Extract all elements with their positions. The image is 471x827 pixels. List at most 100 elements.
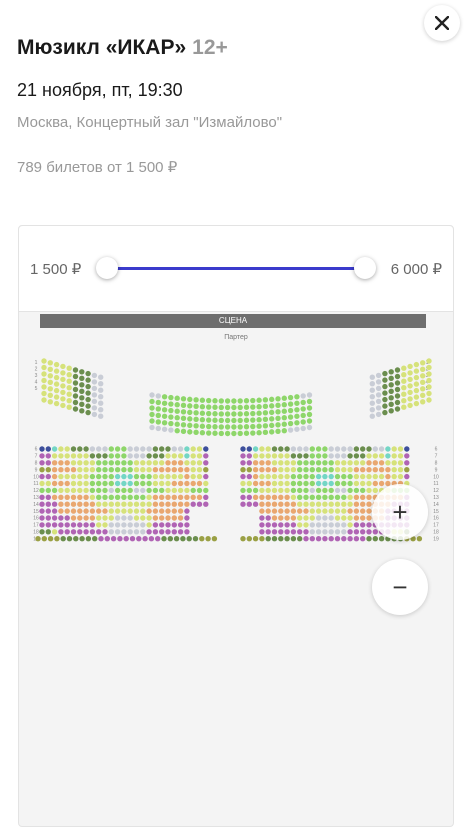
seat[interactable] (369, 381, 375, 387)
seat[interactable] (133, 480, 140, 487)
seat[interactable] (174, 415, 180, 421)
seat[interactable] (127, 529, 133, 535)
seat[interactable] (297, 529, 303, 535)
seat[interactable] (168, 420, 174, 427)
seat[interactable] (353, 487, 360, 494)
seat[interactable] (41, 384, 47, 390)
seat[interactable] (394, 386, 401, 393)
seat[interactable] (58, 480, 64, 487)
seat[interactable] (322, 515, 328, 521)
seat[interactable] (196, 480, 203, 487)
seat[interactable] (165, 508, 171, 514)
seat[interactable] (58, 529, 64, 535)
seat[interactable] (102, 515, 108, 521)
seat[interactable] (372, 480, 378, 487)
seat[interactable] (133, 473, 140, 480)
seat[interactable] (322, 536, 328, 542)
seat[interactable] (83, 473, 89, 480)
seat[interactable] (66, 391, 72, 397)
seat[interactable] (165, 467, 171, 473)
seat[interactable] (127, 473, 133, 480)
seat[interactable] (237, 398, 243, 404)
seat[interactable] (45, 480, 51, 487)
seat[interactable] (375, 405, 382, 411)
seat[interactable] (252, 536, 259, 542)
seat[interactable] (108, 494, 115, 500)
seat[interactable] (89, 487, 96, 494)
seat[interactable] (60, 536, 66, 542)
seat[interactable] (413, 381, 420, 387)
seat[interactable] (83, 480, 89, 487)
seat[interactable] (127, 480, 133, 487)
seat[interactable] (98, 413, 104, 419)
seat[interactable] (39, 508, 45, 514)
seat[interactable] (102, 473, 108, 480)
seat[interactable] (407, 363, 413, 370)
seat[interactable] (262, 416, 269, 423)
seat[interactable] (250, 397, 256, 404)
seat[interactable] (133, 446, 140, 452)
seat[interactable] (366, 536, 372, 542)
seat[interactable] (278, 453, 284, 459)
seat[interactable] (159, 522, 165, 528)
seat[interactable] (278, 529, 284, 535)
seat[interactable] (41, 397, 47, 403)
seat[interactable] (51, 460, 58, 466)
seat[interactable] (77, 522, 83, 528)
seat[interactable] (426, 364, 432, 371)
seat[interactable] (203, 446, 209, 452)
seat[interactable] (360, 446, 366, 452)
seat[interactable] (66, 398, 72, 404)
seat[interactable] (262, 397, 269, 403)
seat[interactable] (269, 409, 275, 416)
seat[interactable] (66, 378, 72, 384)
seat[interactable] (334, 480, 341, 487)
seat[interactable] (240, 536, 246, 542)
seat[interactable] (177, 529, 184, 535)
seat[interactable] (290, 536, 297, 542)
seat[interactable] (385, 446, 391, 452)
seat[interactable] (366, 460, 372, 466)
seat[interactable] (341, 515, 347, 521)
seat[interactable] (303, 473, 309, 480)
seat[interactable] (278, 446, 284, 452)
seat[interactable] (218, 411, 224, 417)
seat[interactable] (382, 370, 388, 377)
seat[interactable] (315, 529, 322, 535)
zoom-out-button[interactable]: − (372, 559, 428, 615)
seat[interactable] (168, 394, 174, 401)
seat[interactable] (167, 536, 173, 542)
seat[interactable] (246, 480, 252, 487)
seat[interactable] (271, 460, 278, 466)
seat[interactable] (196, 487, 203, 494)
seat[interactable] (281, 408, 287, 414)
seat[interactable] (271, 487, 278, 494)
seat[interactable] (140, 494, 146, 500)
seat[interactable] (180, 402, 187, 409)
seat[interactable] (180, 536, 186, 542)
seat[interactable] (385, 453, 391, 459)
seat[interactable] (382, 377, 388, 383)
seat[interactable] (297, 494, 303, 500)
seat[interactable] (180, 422, 187, 428)
seat[interactable] (303, 508, 309, 514)
seat[interactable] (121, 494, 127, 500)
seat[interactable] (133, 522, 140, 528)
seat[interactable] (382, 403, 388, 409)
seat[interactable] (269, 429, 275, 435)
seat[interactable] (275, 402, 281, 409)
seat[interactable] (231, 411, 237, 417)
seat[interactable] (79, 388, 85, 394)
seat[interactable] (404, 467, 410, 473)
seat[interactable] (196, 473, 203, 480)
seat[interactable] (250, 410, 256, 417)
seat[interactable] (334, 494, 341, 500)
seat[interactable] (165, 453, 171, 459)
seat[interactable] (372, 460, 378, 466)
seat[interactable] (378, 467, 385, 473)
seat[interactable] (70, 494, 77, 500)
seat[interactable] (45, 501, 51, 507)
seat[interactable] (121, 529, 127, 535)
seat[interactable] (70, 480, 77, 487)
price-min-handle[interactable] (96, 257, 118, 279)
